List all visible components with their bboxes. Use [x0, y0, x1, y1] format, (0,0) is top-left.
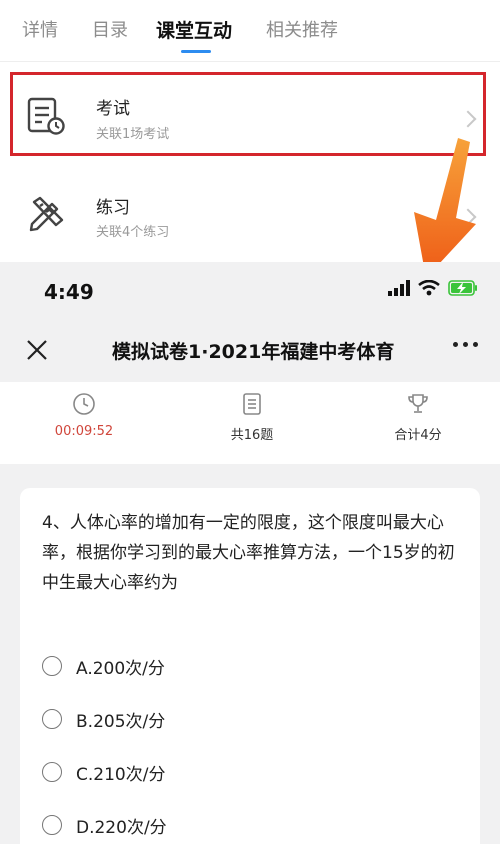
option-d[interactable]: D.220次/分 [42, 811, 167, 839]
phone-screenshot: 4:49 模拟试卷1·2021年福建中考体育 00:09:52 共16题 合计4… [0, 262, 500, 844]
option-label: D.220次/分 [76, 817, 167, 838]
practice-title: 练习 [96, 198, 130, 218]
radio-button[interactable] [42, 762, 62, 782]
option-b[interactable]: B.205次/分 [42, 705, 165, 733]
divider [0, 61, 500, 62]
nav-bar: 模拟试卷1·2021年福建中考体育 [0, 320, 500, 380]
signal-icon [388, 280, 410, 296]
tab-classroom-interaction[interactable]: 课堂互动 [156, 16, 232, 43]
timer: 00:09:52 [24, 392, 144, 439]
question-card: 4、人体心率的增加有一定的限度，这个限度叫最大心率，根据你学习到的最大心率推算方… [20, 488, 480, 844]
practice-subtitle: 关联4个练习 [96, 225, 170, 240]
option-c[interactable]: C.210次/分 [42, 758, 165, 786]
status-icons [388, 280, 478, 296]
tab-details[interactable]: 详情 [22, 16, 58, 42]
status-bar: 4:49 [0, 262, 500, 320]
radio-button[interactable] [42, 709, 62, 729]
more-icon[interactable] [453, 342, 478, 347]
question-count-value: 共16题 [230, 428, 274, 443]
document-list-icon [243, 393, 261, 415]
course-tab-bar: 详情 目录 课堂互动 相关推荐 [0, 0, 500, 62]
wifi-icon [418, 280, 440, 296]
question-count[interactable]: 共16题 [192, 392, 312, 443]
battery-charging-icon [448, 280, 477, 296]
option-label: B.205次/分 [76, 711, 166, 732]
pointing-arrow-icon [414, 138, 476, 278]
clock-icon [73, 393, 95, 415]
exam-info-bar: 00:09:52 共16题 合计4分 [0, 382, 500, 464]
tab-recommendations[interactable]: 相关推荐 [266, 16, 338, 42]
timer-value: 00:09:52 [54, 424, 114, 439]
tab-catalog[interactable]: 目录 [92, 16, 128, 42]
close-icon[interactable] [25, 338, 49, 362]
active-tab-indicator [181, 50, 211, 53]
page-title: 模拟试卷1·2021年福建中考体育 [112, 341, 395, 363]
pencil-ruler-icon [29, 196, 64, 232]
option-label: A.200次/分 [76, 658, 165, 679]
radio-button[interactable] [42, 815, 62, 835]
question-text: 4、人体心率的增加有一定的限度，这个限度叫最大心率，根据你学习到的最大心率推算方… [42, 513, 455, 593]
radio-button[interactable] [42, 656, 62, 676]
total-score: 合计4分 [358, 392, 478, 443]
option-label: C.210次/分 [76, 764, 166, 785]
status-time: 4:49 [44, 280, 94, 304]
trophy-icon [408, 394, 428, 413]
total-score-value: 合计4分 [394, 428, 442, 443]
option-a[interactable]: A.200次/分 [42, 652, 165, 680]
